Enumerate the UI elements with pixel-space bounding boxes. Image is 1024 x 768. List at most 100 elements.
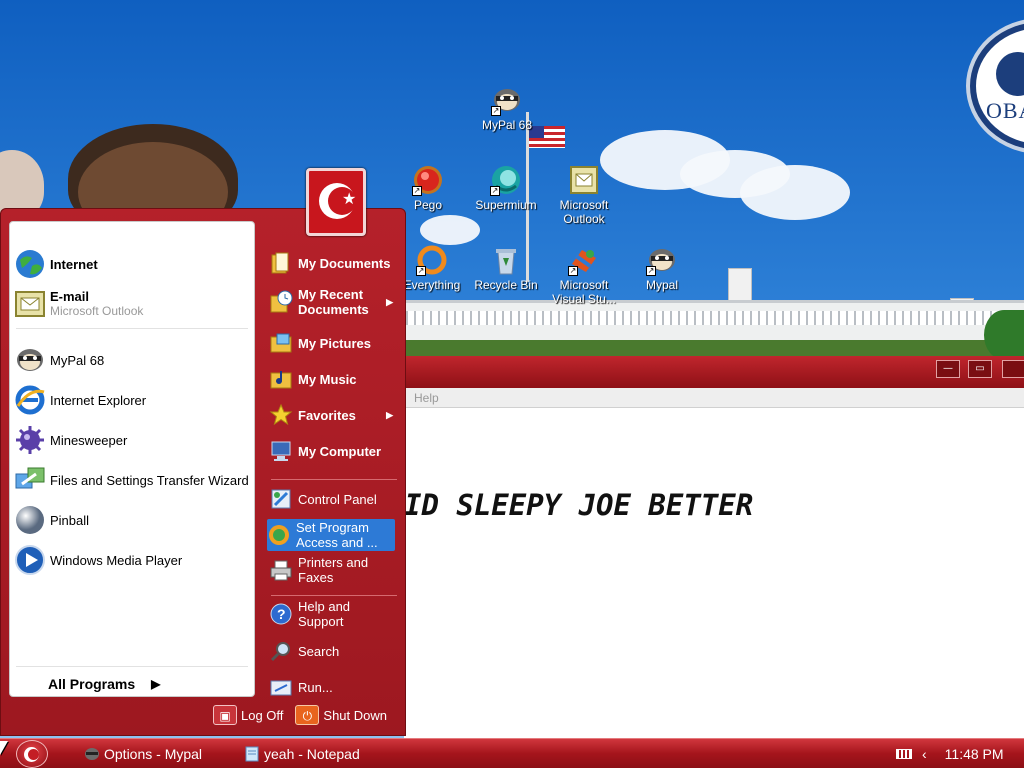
raccoon-icon: ↗	[646, 244, 678, 276]
run-icon	[269, 675, 293, 699]
places-my-documents[interactable]: My Documents	[269, 251, 397, 275]
cloud	[740, 165, 850, 220]
recent-item-label: Minesweeper	[50, 432, 128, 448]
recycle-bin-icon	[490, 244, 522, 276]
notepad-icon	[244, 746, 260, 762]
recent-item-label: Internet Explorer	[50, 392, 147, 408]
pinball-icon	[14, 504, 46, 536]
power-icon: ⏻	[295, 705, 320, 725]
menu-help[interactable]: Help	[414, 391, 439, 405]
places-help-and-support[interactable]: ? Help and Support	[269, 599, 397, 629]
all-programs-button[interactable]: All Programs ▶	[48, 676, 160, 692]
places-run[interactable]: Run...	[269, 675, 397, 699]
power-buttons: ▣ Log Off ⏻ Shut Down	[213, 705, 387, 725]
help-icon: ?	[269, 602, 293, 626]
desktop-icon-supermium[interactable]: ↗ Supermium	[466, 164, 546, 212]
clock[interactable]: 11:48 PM	[945, 746, 1004, 762]
recent-item-label: Pinball	[50, 512, 90, 528]
places-label: Control Panel	[298, 491, 377, 507]
recent-item-pinball[interactable]: Pinball	[14, 502, 252, 538]
desktop-icon-recycle-bin[interactable]: Recycle Bin	[466, 244, 546, 292]
window-titlebar[interactable]: — ▭	[404, 356, 1024, 388]
campaign-logo: OBA	[966, 18, 1024, 154]
folder-icon	[269, 251, 293, 275]
control-panel-icon	[269, 487, 293, 511]
places-label: My Computer	[298, 443, 382, 459]
pego-icon: ↗	[412, 164, 444, 196]
notepad-text-content[interactable]: ID SLEEPY JOE BETTER	[404, 488, 753, 522]
program-access-icon	[267, 523, 291, 547]
log-off-button[interactable]: ▣ Log Off	[213, 705, 283, 725]
divider	[271, 595, 397, 596]
printer-icon	[269, 558, 293, 582]
recent-item-minesweeper[interactable]: Minesweeper	[14, 422, 252, 458]
places-favorites[interactable]: Favorites ▶	[269, 403, 397, 427]
divider	[16, 666, 248, 667]
desktop-icon-pego[interactable]: ↗ Pego	[388, 164, 468, 212]
recent-item-mypal68[interactable]: MyPal 68	[14, 342, 252, 378]
places-label: My Pictures	[298, 335, 371, 351]
keyboard-icon[interactable]	[896, 749, 912, 759]
supermium-icon: ↗	[490, 164, 522, 196]
desktop-icon-outlook[interactable]: Microsoft Outlook	[544, 164, 624, 226]
places-printers-and-faxes[interactable]: Printers and Faxes	[269, 555, 397, 585]
notepad-window[interactable]: — ▭ Help ID SLEEPY JOE BETTER	[404, 356, 1024, 738]
desktop-icon-mypal[interactable]: ↗ Mypal	[622, 244, 702, 292]
raccoon-icon: ↗	[491, 84, 523, 116]
menu-bar: Help	[404, 388, 1024, 408]
recent-item-media-player[interactable]: Windows Media Player	[14, 542, 252, 578]
desktop-icon-label: MyPal 68	[481, 118, 533, 132]
places-label: My Recent Documents	[298, 287, 369, 317]
ie-icon	[14, 384, 46, 416]
places-label: My Music	[298, 371, 357, 387]
maximize-button[interactable]: ▭	[968, 360, 992, 378]
chevron-left-icon[interactable]: ‹	[922, 746, 927, 762]
places-label: Set Program Access and ...	[296, 520, 378, 550]
taskbar-item-label: yeah - Notepad	[264, 746, 360, 762]
search-icon	[269, 639, 293, 663]
start-button[interactable]	[16, 740, 48, 768]
raccoon-icon	[84, 746, 100, 762]
taskbar-item-notepad[interactable]: yeah - Notepad	[244, 743, 360, 765]
desktop-icon-mypal68[interactable]: ↗ MyPal 68	[467, 84, 547, 132]
desktop-icon-label: Mypal	[645, 278, 678, 292]
taskbar-item-options-mypal[interactable]: Options - Mypal	[84, 743, 202, 765]
visual-studio-icon: ↗	[568, 244, 600, 276]
places-control-panel[interactable]: Control Panel	[269, 487, 397, 511]
divider	[271, 479, 397, 480]
recent-item-internet-explorer[interactable]: Internet Explorer	[14, 382, 252, 418]
recent-documents-icon	[269, 290, 293, 314]
places-my-pictures[interactable]: My Pictures	[269, 331, 397, 355]
places-set-program-access[interactable]: Set Program Access and ...	[267, 519, 395, 551]
desktop-icon-label: Microsoft Outlook	[559, 198, 609, 226]
outlook-icon	[568, 164, 600, 196]
divider	[16, 328, 248, 329]
minimize-button[interactable]: —	[936, 360, 960, 378]
start-menu: Internet E-mail Microsoft Outlook MyPal …	[0, 208, 406, 736]
raccoon-icon	[14, 344, 46, 376]
star-icon	[269, 403, 293, 427]
pinned-email[interactable]: E-mail Microsoft Outlook	[14, 286, 252, 322]
pinned-internet[interactable]: Internet	[14, 246, 252, 282]
places-my-computer[interactable]: My Computer	[269, 439, 397, 463]
globe-icon	[14, 248, 46, 280]
pinned-item-subtitle: Microsoft Outlook	[50, 304, 144, 318]
lock-icon: ▣	[213, 705, 237, 725]
taskbar: Options - Mypal yeah - Notepad ‹ 11:48 P…	[0, 738, 1024, 768]
shut-down-button[interactable]: ⏻ Shut Down	[295, 705, 387, 725]
media-player-icon	[14, 544, 46, 576]
music-folder-icon	[269, 367, 293, 391]
places-my-music[interactable]: My Music	[269, 367, 397, 391]
all-programs-label: All Programs	[48, 676, 136, 692]
recent-item-transfer-wizard[interactable]: Files and Settings Transfer Wizard	[14, 462, 252, 498]
close-button[interactable]	[1002, 360, 1024, 378]
arrow-right-icon: ▶	[151, 677, 161, 691]
places-search[interactable]: Search	[269, 639, 397, 663]
transfer-wizard-icon	[14, 464, 46, 496]
user-avatar[interactable]: ★	[306, 168, 366, 236]
cloud	[420, 215, 480, 245]
desktop-icon-visual-studio[interactable]: ↗ Microsoft Visual Stu...	[544, 244, 624, 306]
places-my-recent-documents[interactable]: My Recent Documents ▶	[269, 287, 397, 317]
pinned-item-title: Internet	[50, 256, 98, 272]
taskbar-item-label: Options - Mypal	[104, 746, 203, 762]
